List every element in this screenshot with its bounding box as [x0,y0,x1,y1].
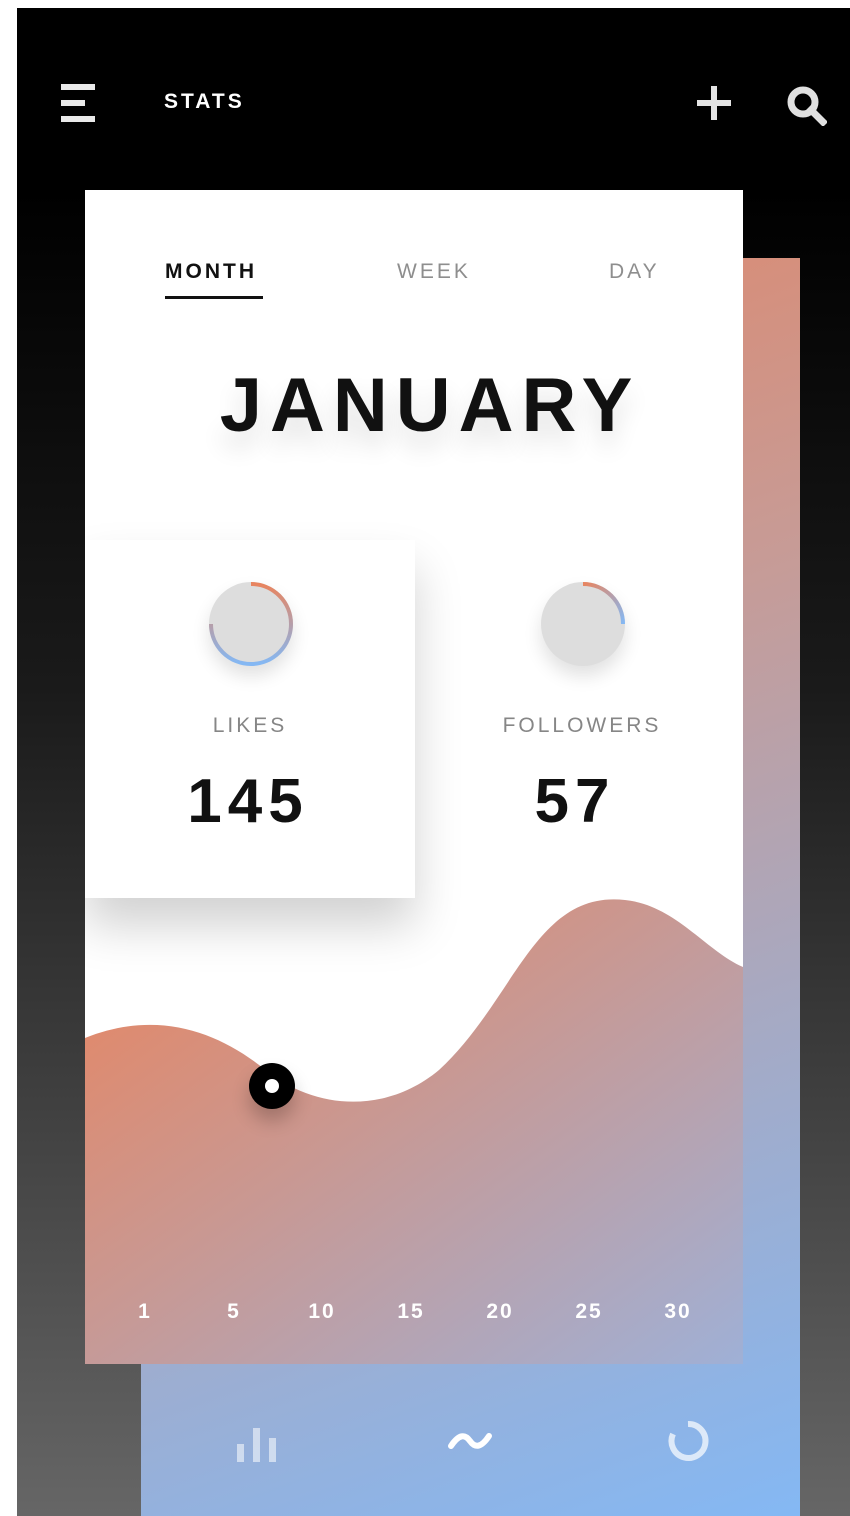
likes-label: LIKES [212,714,288,737]
followers-progress-ring [541,582,625,666]
search-icon[interactable] [785,84,828,127]
menu-line [61,116,95,122]
plus-icon[interactable] [697,86,731,120]
bar-chart-bar [269,1438,276,1462]
x-axis-label: 5 [227,1300,241,1323]
page-title: STATS [164,90,245,113]
bottom-nav [141,1398,800,1488]
menu-line [61,84,95,90]
chart-marker[interactable] [249,1063,295,1109]
menu-line [61,100,85,106]
bar-chart-bar [237,1444,244,1462]
circle-icon[interactable] [665,1418,711,1464]
x-axis-label: 15 [397,1300,425,1323]
wave-icon[interactable] [445,1416,495,1466]
likes-progress-ring [209,582,293,666]
x-axis-label: 1 [138,1300,152,1323]
x-axis-label: 30 [664,1300,692,1323]
x-axis-label: 20 [486,1300,514,1323]
x-axis-label: 25 [575,1300,603,1323]
stats-card: MONTH WEEK DAY JANUARY LIKES FOLLOWERS 1… [85,190,743,1364]
top-bar: STATS [17,8,850,188]
bar-chart-bar [253,1428,260,1462]
app-screen: STATS MONTH WEEK DAY JANUARY LIKES FOLLO… [17,8,850,1516]
menu-icon[interactable] [61,84,97,124]
x-axis-labels: 1 5 10 15 20 25 30 [85,1300,743,1330]
followers-count: 57 [534,767,616,836]
bar-chart-icon[interactable] [237,1420,279,1462]
likes-count: 145 [187,767,309,836]
x-axis-label: 10 [308,1300,336,1323]
followers-label: FOLLOWERS [502,714,662,737]
